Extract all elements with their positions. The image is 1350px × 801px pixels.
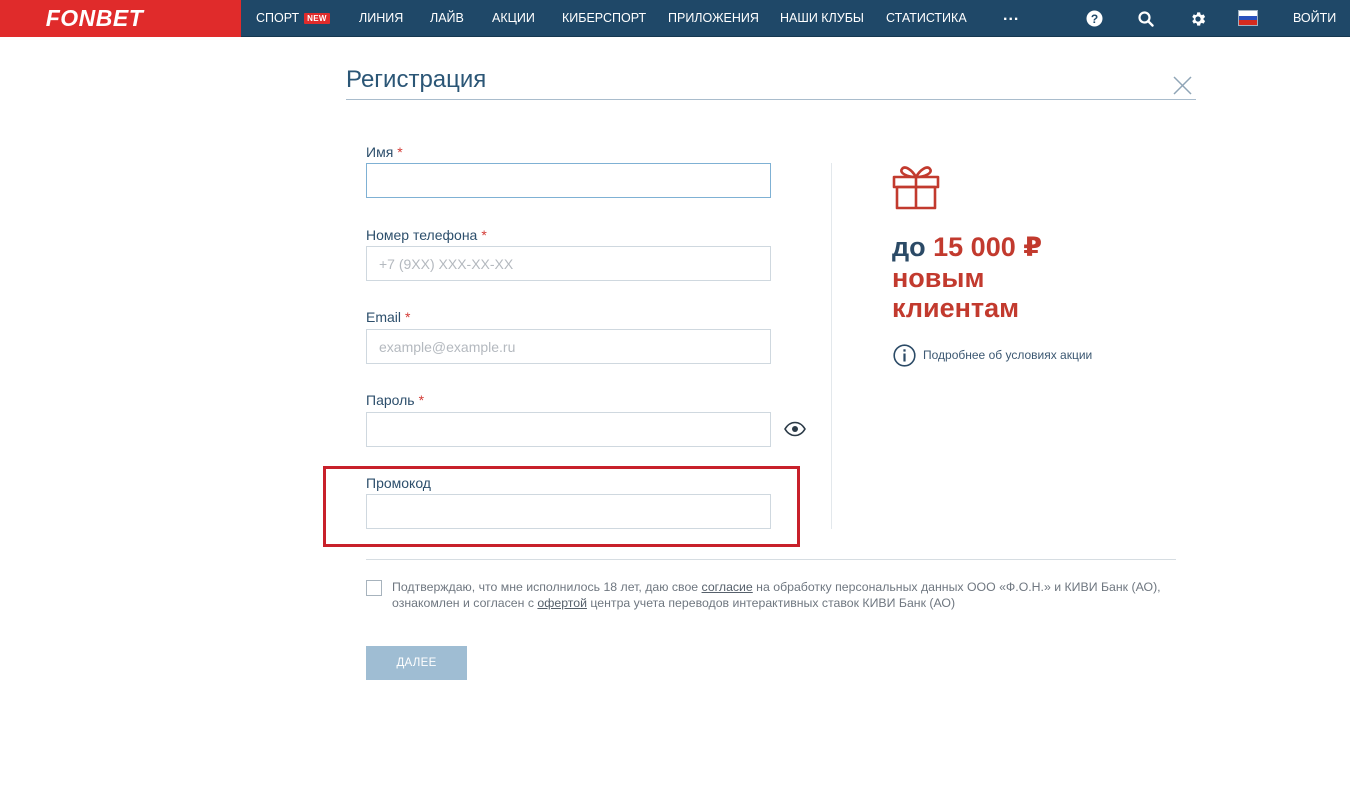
page-title: Регистрация bbox=[346, 66, 487, 93]
nav-item-live[interactable]: ЛАЙВ bbox=[430, 0, 464, 37]
promo-headline: до 15 000 ₽ bbox=[892, 232, 1042, 263]
nav-item-sport-label: СПОРТ bbox=[256, 11, 300, 25]
promo-amount: 15 000 ₽ bbox=[933, 232, 1043, 262]
search-icon[interactable] bbox=[1136, 9, 1155, 28]
name-label: Имя * bbox=[366, 144, 403, 160]
name-input[interactable] bbox=[366, 163, 771, 198]
logo-text: FONBET bbox=[45, 5, 144, 31]
password-label: Пароль * bbox=[366, 392, 424, 408]
phone-label-text: Номер телефона bbox=[366, 227, 478, 243]
promo-line-clients: клиентам bbox=[892, 293, 1020, 323]
email-input[interactable] bbox=[366, 329, 771, 364]
nav-item-sport[interactable]: СПОРТ NEW bbox=[256, 0, 330, 37]
promo-line-new: новым bbox=[892, 263, 985, 293]
required-mark: * bbox=[481, 227, 487, 243]
nav-item-line[interactable]: ЛИНИЯ bbox=[359, 0, 403, 37]
svg-text:?: ? bbox=[1091, 12, 1098, 26]
required-mark: * bbox=[405, 309, 411, 325]
next-button[interactable]: ДАЛЕЕ bbox=[366, 646, 467, 680]
nav-item-apps[interactable]: ПРИЛОЖЕНИЯ bbox=[668, 0, 759, 37]
promo-details-link[interactable]: Подробнее об условиях акции bbox=[923, 348, 1092, 362]
password-label-text: Пароль bbox=[366, 392, 415, 408]
login-button[interactable]: ВОЙТИ bbox=[1293, 0, 1336, 37]
top-navigation-bar: FONBET СПОРТ NEW ЛИНИЯ ЛАЙВ АКЦИИ КИБЕРСП… bbox=[0, 0, 1350, 37]
email-label-text: Email bbox=[366, 309, 402, 325]
gift-icon bbox=[891, 160, 941, 210]
agreement-text: Подтверждаю, что мне исполнилось 18 лет,… bbox=[392, 579, 1182, 611]
new-badge: NEW bbox=[304, 13, 330, 24]
fonbet-logo[interactable]: FONBET bbox=[0, 0, 241, 37]
agreement-text-part-3: центра учета переводов интерактивных ста… bbox=[586, 596, 956, 610]
agreement-text-part-1: Подтверждаю, что мне исполнилось 18 лет,… bbox=[392, 580, 702, 594]
offer-link[interactable]: офертой bbox=[537, 596, 587, 610]
phone-input[interactable] bbox=[366, 246, 771, 281]
horizontal-divider bbox=[366, 559, 1176, 560]
nav-item-clubs[interactable]: НАШИ КЛУБЫ bbox=[780, 0, 864, 37]
vertical-divider bbox=[831, 163, 832, 529]
nav-item-promotions[interactable]: АКЦИИ bbox=[492, 0, 535, 37]
promo-code-highlight-box bbox=[323, 466, 800, 547]
phone-label: Номер телефона * bbox=[366, 227, 487, 243]
help-icon[interactable]: ? bbox=[1085, 9, 1104, 28]
name-label-text: Имя bbox=[366, 144, 394, 160]
promo-prefix: до bbox=[892, 232, 934, 262]
close-icon[interactable] bbox=[1173, 76, 1192, 95]
required-mark: * bbox=[418, 392, 425, 408]
info-icon[interactable] bbox=[893, 344, 916, 367]
russia-flag-icon[interactable] bbox=[1238, 10, 1258, 26]
settings-gear-icon[interactable] bbox=[1188, 9, 1207, 28]
title-divider bbox=[346, 99, 1196, 100]
email-label: Email * bbox=[366, 309, 410, 325]
nav-item-statistics[interactable]: СТАТИСТИКА bbox=[886, 0, 967, 37]
required-mark: * bbox=[397, 144, 403, 160]
nav-more-button[interactable]: ... bbox=[1003, 0, 1019, 34]
show-password-eye-icon[interactable] bbox=[784, 421, 806, 437]
consent-link[interactable]: согласие bbox=[702, 580, 753, 594]
password-input[interactable] bbox=[366, 412, 771, 447]
nav-item-esports[interactable]: КИБЕРСПОРТ bbox=[562, 0, 646, 37]
agreement-checkbox[interactable] bbox=[366, 580, 382, 596]
